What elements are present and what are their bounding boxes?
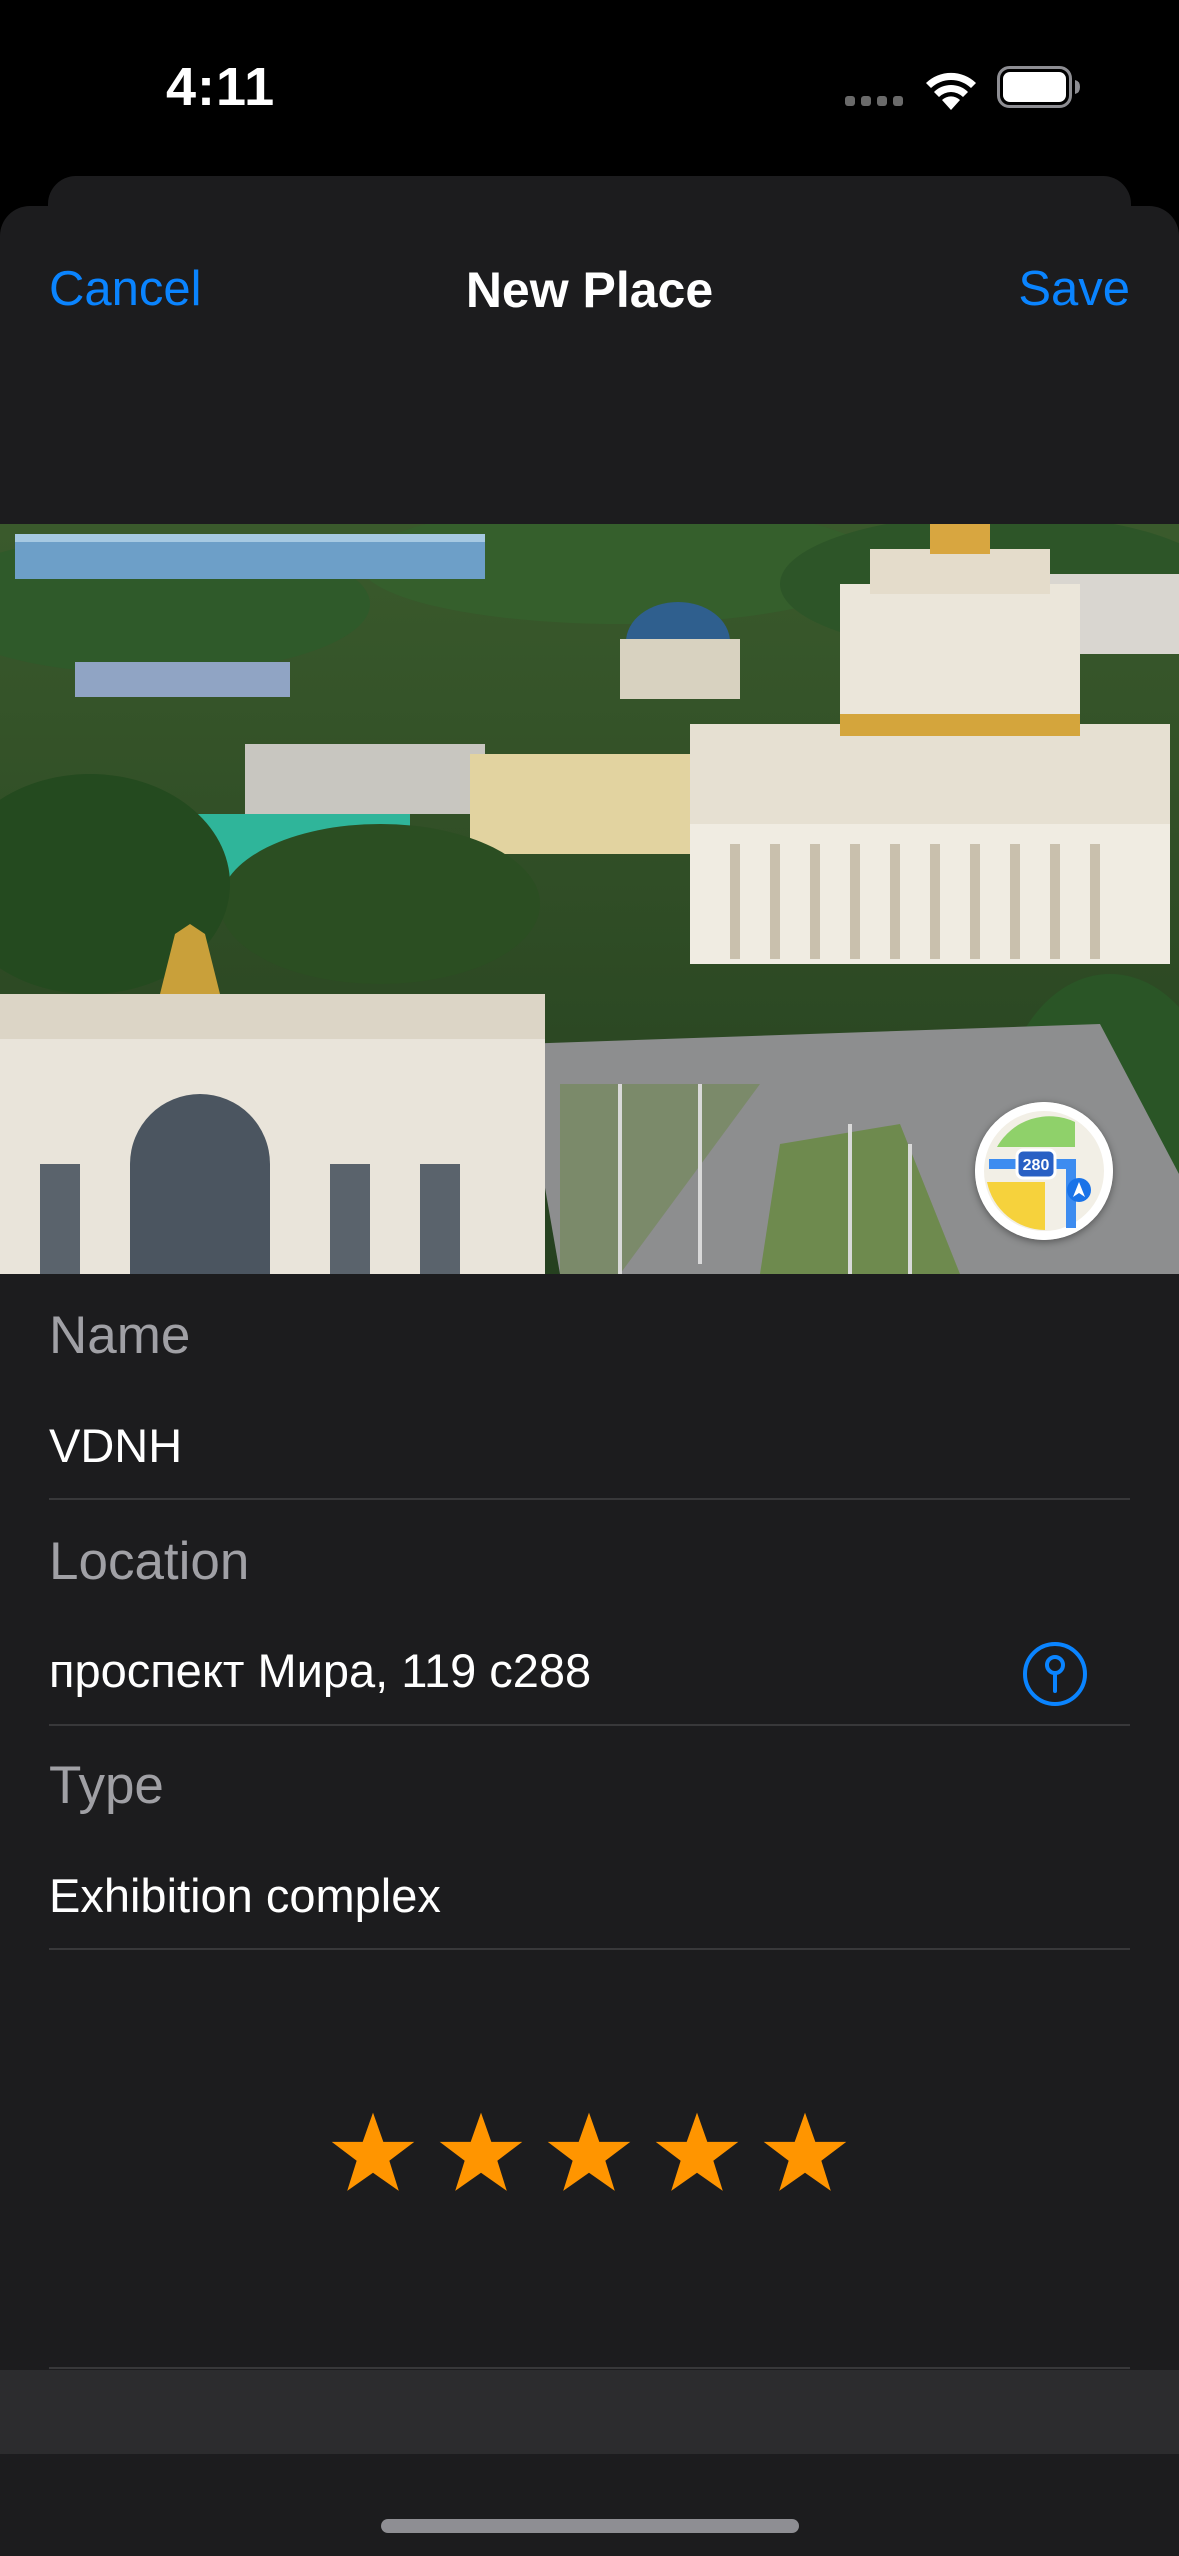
type-divider (49, 1948, 1130, 1950)
name-label: Name (49, 1306, 191, 1365)
location-field[interactable]: проспект Мира, 119 с288 (49, 1643, 591, 1698)
home-indicator (381, 2519, 799, 2533)
map-icon-text: 280 (1023, 1157, 1050, 1174)
star-icon[interactable] (546, 2110, 632, 2196)
star-icon[interactable] (438, 2110, 524, 2196)
bottom-toolbar (0, 2370, 1179, 2454)
maps-app-icon[interactable]: 280 (975, 1102, 1113, 1240)
rating-control[interactable] (330, 2110, 850, 2210)
new-place-sheet: Cancel New Place Save 280 Name VDNH Loca… (0, 206, 1179, 2556)
map-pin-icon[interactable] (1022, 1641, 1088, 1707)
type-label: Type (49, 1756, 164, 1815)
cellular-dots-icon (845, 96, 905, 106)
type-field[interactable]: Exhibition complex (49, 1868, 441, 1923)
name-field[interactable]: VDNH (49, 1418, 182, 1473)
battery-icon (997, 66, 1080, 108)
star-icon[interactable] (762, 2110, 848, 2196)
name-divider (49, 1498, 1130, 1500)
star-icon[interactable] (654, 2110, 740, 2196)
location-label: Location (49, 1532, 250, 1591)
rating-divider (49, 2367, 1130, 2369)
location-divider (49, 1724, 1130, 1726)
wifi-icon (926, 72, 976, 110)
page-title: New Place (465, 262, 714, 318)
star-icon[interactable] (330, 2110, 416, 2196)
status-bar: 4:11 (0, 0, 1179, 170)
status-time: 4:11 (166, 57, 276, 117)
save-button[interactable]: Save (1018, 261, 1130, 317)
